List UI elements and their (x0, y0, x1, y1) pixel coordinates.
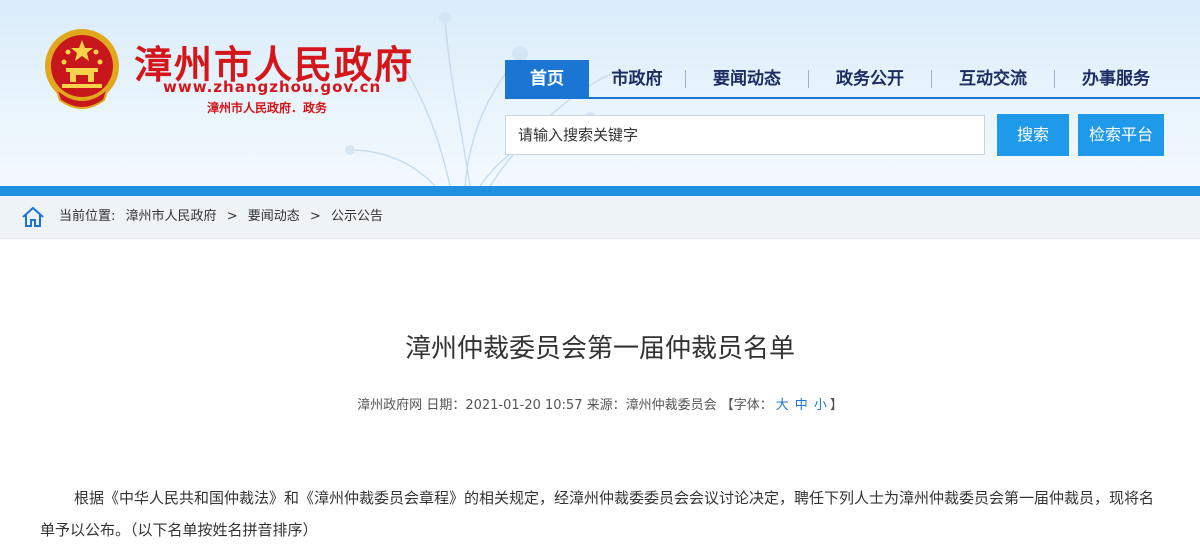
site-header: 漳州市人民政府 www.zhangzhou.gov.cn 漳州市人民政府．政务 … (0, 0, 1200, 186)
home-icon[interactable] (20, 204, 46, 230)
breadcrumb-link-announcements[interactable]: 公示公告 (331, 209, 383, 224)
search-button[interactable]: 搜索 (997, 114, 1069, 156)
meta-site: 漳州政府网 (357, 398, 423, 413)
national-emblem-icon (45, 29, 119, 109)
font-size-medium-link[interactable]: 中 (795, 398, 808, 413)
nav-underline (505, 97, 1200, 99)
nav-item-news[interactable]: 要闻动态 (686, 60, 808, 98)
nav-item-services[interactable]: 办事服务 (1055, 60, 1177, 98)
main-nav: 首页 市政府 要闻动态 政务公开 互动交流 办事服务 (505, 60, 1200, 98)
search-input[interactable] (505, 115, 985, 155)
nav-item-interaction[interactable]: 互动交流 (932, 60, 1054, 98)
site-subtitle: 漳州市人民政府．政务 (207, 101, 328, 115)
search-platform-button[interactable]: 检索平台 (1078, 114, 1164, 156)
article-meta: 漳州政府网 日期：2021-01-20 10:57 来源：漳州仲裁委员会 【字体… (0, 394, 1200, 413)
font-size-small-link[interactable]: 小 (814, 398, 827, 413)
meta-date: 日期：2021-01-20 10:57 (426, 398, 583, 413)
breadcrumb-separator: > (226, 209, 238, 224)
font-size-label-open: 【字体： (720, 398, 773, 413)
breadcrumb-trail: 当前位置: 漳州市人民政府 > 要闻动态 > 公示公告 (59, 196, 389, 238)
breadcrumb-separator: > (309, 209, 321, 224)
article-title: 漳州仲裁委员会第一届仲裁员名单 (404, 334, 795, 364)
breadcrumb-link-city-government[interactable]: 漳州市人民政府 (126, 209, 217, 224)
header-divider (0, 186, 1200, 196)
breadcrumb-link-news[interactable]: 要闻动态 (248, 209, 300, 224)
nav-item-government-affairs[interactable]: 政务公开 (809, 60, 931, 98)
breadcrumb-prefix: 当前位置: (59, 209, 116, 224)
breadcrumb: 当前位置: 漳州市人民政府 > 要闻动态 > 公示公告 (0, 196, 1200, 239)
meta-source: 来源：漳州仲裁委员会 (586, 398, 717, 413)
nav-item-city-government[interactable]: 市政府 (589, 60, 685, 98)
article-paragraph: 根据《中华人民共和国仲裁法》和《漳州仲裁委员会章程》的相关规定，经漳州仲裁委委员… (40, 489, 1155, 539)
site-url: www.zhangzhou.gov.cn (163, 78, 382, 96)
font-size-label-close: 】 (829, 398, 843, 413)
nav-item-home[interactable]: 首页 (505, 60, 589, 98)
font-size-large-link[interactable]: 大 (776, 398, 789, 413)
